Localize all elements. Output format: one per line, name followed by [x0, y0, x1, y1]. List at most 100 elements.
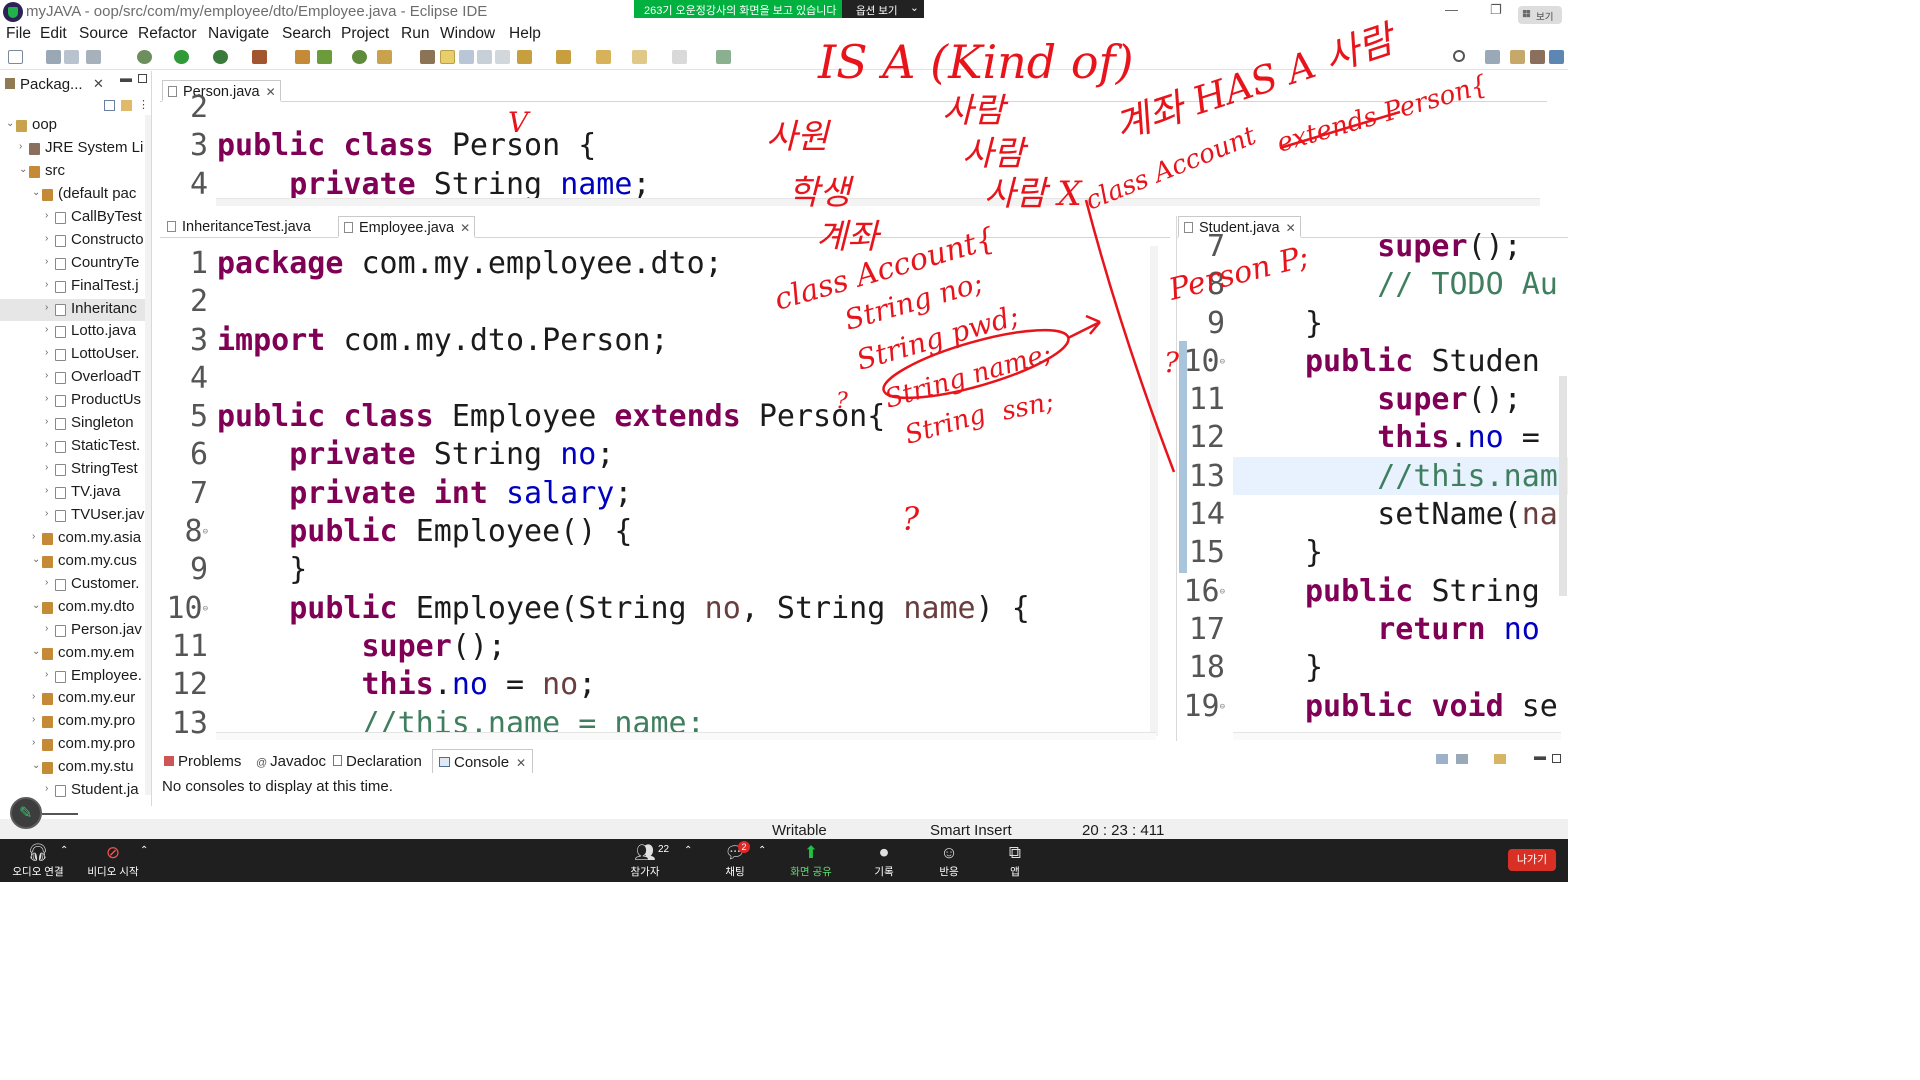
tab-inheritance-test[interactable]: InheritanceTest.java — [162, 216, 315, 238]
collapsed-chevron-icon[interactable]: › — [45, 462, 48, 473]
forward-icon[interactable] — [672, 50, 687, 64]
close-icon[interactable]: ✕ — [93, 76, 104, 92]
expanded-chevron-icon[interactable]: ⌄ — [6, 118, 14, 129]
collapsed-chevron-icon[interactable]: › — [32, 714, 35, 725]
tree-item[interactable]: › com.my.pro — [0, 734, 151, 757]
run-icon[interactable] — [174, 50, 189, 64]
new-icon[interactable] — [8, 50, 23, 64]
new-java-project-icon[interactable] — [295, 50, 310, 64]
display-console-icon[interactable] — [1456, 754, 1468, 764]
code-line[interactable]: // TODO Au — [1305, 266, 1558, 304]
prev-annotation-icon[interactable] — [556, 50, 571, 64]
menu-help[interactable]: Help — [509, 25, 541, 43]
collapsed-chevron-icon[interactable]: › — [32, 531, 35, 542]
minimize-view-icon[interactable]: ▬ — [120, 71, 132, 85]
person-horizontal-scrollbar[interactable] — [216, 198, 1540, 206]
tree-item[interactable]: › TV.java — [0, 482, 151, 505]
fold-toggle-icon[interactable]: ⊖ — [1220, 702, 1225, 712]
collapsed-chevron-icon[interactable]: › — [45, 508, 48, 519]
collapsed-chevron-icon[interactable]: › — [45, 347, 48, 358]
block-selection-icon[interactable] — [459, 50, 474, 64]
menu-window[interactable]: Window — [440, 25, 495, 43]
tree-item[interactable]: › Employee. — [0, 666, 151, 689]
new-class-icon[interactable] — [352, 50, 367, 64]
code-line[interactable]: ​ — [217, 89, 651, 127]
collapsed-chevron-icon[interactable]: › — [45, 577, 48, 588]
reactions-button[interactable]: ☺ 반응 — [926, 843, 972, 879]
code-line[interactable]: public Employee(String no, String name) … — [217, 590, 1030, 628]
code-line[interactable]: } — [1305, 305, 1558, 343]
tree-item[interactable]: › Singleton — [0, 413, 151, 436]
tree-item[interactable]: › com.my.asia — [0, 528, 151, 551]
tree-item[interactable]: › LottoUser. — [0, 344, 151, 367]
collapsed-chevron-icon[interactable]: › — [45, 233, 48, 244]
code-line[interactable]: this.no = no; — [217, 666, 1030, 704]
code-line[interactable]: setName(na — [1305, 496, 1558, 534]
word-wrap-icon[interactable] — [477, 50, 492, 64]
tree-item[interactable]: › ProductUs — [0, 390, 151, 413]
tree-item[interactable]: › FinalTest.j — [0, 276, 151, 299]
code-line[interactable]: super(); — [217, 628, 1030, 666]
collapsed-chevron-icon[interactable]: › — [45, 256, 48, 267]
code-line[interactable]: public void se — [1305, 688, 1558, 726]
close-icon[interactable]: ✕ — [516, 756, 526, 770]
fold-toggle-icon[interactable]: ⊖ — [1220, 587, 1225, 597]
collapsed-chevron-icon[interactable]: › — [45, 324, 48, 335]
share-screen-button[interactable]: ⬆ 화면 공유 — [784, 843, 838, 879]
view-options-button[interactable]: 옵션 보기 ⌄ — [842, 0, 924, 18]
link-editor-icon[interactable] — [121, 100, 132, 111]
collapsed-chevron-icon[interactable]: › — [45, 485, 48, 496]
menu-search[interactable]: Search — [282, 25, 331, 43]
menu-run[interactable]: Run — [401, 25, 429, 43]
chevron-up-icon[interactable]: ⌃ — [684, 845, 692, 856]
menu-navigate[interactable]: Navigate — [208, 25, 269, 43]
tree-item[interactable]: › StringTest — [0, 459, 151, 482]
tree-item[interactable]: › TVUser.jav — [0, 505, 151, 528]
pin-editor-icon[interactable] — [716, 50, 731, 64]
print-icon[interactable] — [86, 50, 101, 64]
console-pin-icon[interactable] — [1436, 754, 1448, 764]
code-line[interactable]: public Studen — [1305, 343, 1558, 381]
collapsed-chevron-icon[interactable]: › — [45, 393, 48, 404]
debug-perspective-icon[interactable] — [1530, 50, 1545, 64]
code-line[interactable]: public String — [1305, 573, 1558, 611]
tree-item[interactable]: › Person.jav — [0, 620, 151, 643]
new-package-icon[interactable] — [317, 50, 332, 64]
menu-edit[interactable]: Edit — [40, 25, 67, 43]
code-line[interactable]: private int salary; — [217, 475, 1030, 513]
menu-project[interactable]: Project — [341, 25, 389, 43]
tree-vertical-scrollbar[interactable] — [145, 115, 151, 795]
code-line[interactable]: package com.my.employee.dto; — [217, 245, 1030, 283]
tree-item[interactable]: ⌄ com.my.em — [0, 643, 151, 666]
collapsed-chevron-icon[interactable]: › — [45, 783, 48, 794]
code-line[interactable]: ​ — [217, 360, 1030, 398]
search-toolbar-icon[interactable] — [420, 50, 435, 64]
close-icon[interactable]: ✕ — [1286, 221, 1296, 235]
code-line[interactable]: } — [1305, 534, 1558, 572]
collapsed-chevron-icon[interactable]: › — [45, 302, 48, 313]
video-start-button[interactable]: ⊘ 비디오 시작 — [82, 843, 144, 879]
tree-item[interactable]: › StaticTest. — [0, 436, 151, 459]
expanded-chevron-icon[interactable]: ⌄ — [32, 187, 40, 198]
java-perspective-icon[interactable] — [1549, 50, 1564, 64]
expanded-chevron-icon[interactable]: ⌄ — [32, 554, 40, 565]
code-line[interactable]: return no — [1305, 611, 1558, 649]
record-button[interactable]: ⏺ 기록 — [862, 843, 906, 879]
close-icon[interactable]: ✕ — [460, 221, 470, 235]
expanded-chevron-icon[interactable]: ⌄ — [32, 646, 40, 657]
collapsed-chevron-icon[interactable]: › — [32, 691, 35, 702]
code-line[interactable]: public class Person { — [217, 127, 651, 165]
tab-javadoc[interactable]: @ Javadoc — [256, 753, 326, 770]
maximize-view-icon[interactable] — [1552, 754, 1561, 763]
tree-item[interactable]: › com.my.pro — [0, 711, 151, 734]
tree-item[interactable]: ⌄ (default pac — [0, 184, 151, 207]
tree-item[interactable]: ⌄ src — [0, 161, 151, 184]
save-all-icon[interactable] — [64, 50, 79, 64]
chevron-up-icon[interactable]: ⌃ — [60, 845, 68, 856]
tree-item[interactable]: ⌄ com.my.stu — [0, 757, 151, 780]
open-type-icon[interactable] — [377, 50, 392, 64]
expanded-chevron-icon[interactable]: ⌄ — [19, 164, 27, 175]
collapsed-chevron-icon[interactable]: › — [45, 416, 48, 427]
zoom-view-button[interactable]: ▦ 보기 — [1518, 6, 1562, 24]
menu-source[interactable]: Source — [79, 25, 128, 43]
